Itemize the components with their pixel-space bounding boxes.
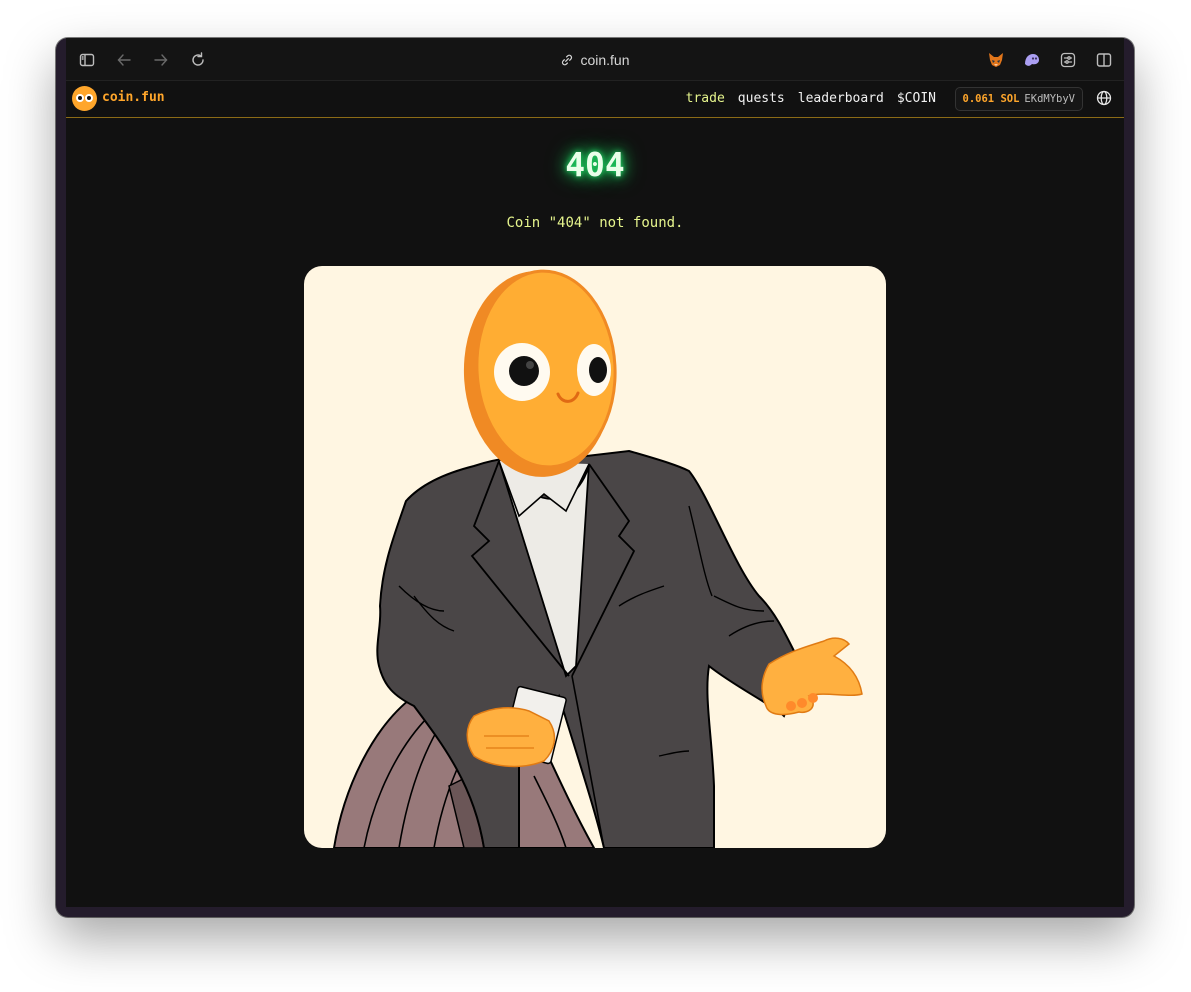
browser-content: coin.fun coin.fun trade quests leaderboa…	[66, 38, 1124, 907]
globe-icon[interactable]	[1096, 90, 1112, 106]
nav-links: trade quests leaderboard $COIN	[686, 91, 936, 106]
nav-link-leaderboard[interactable]: leaderboard	[798, 91, 884, 106]
url-text: coin.fun	[580, 52, 630, 68]
browser-toolbar: coin.fun	[66, 38, 1124, 81]
link-icon	[560, 52, 580, 68]
address-bar[interactable]: coin.fun	[66, 51, 1124, 69]
coin-mascot-illustration	[304, 266, 886, 848]
coin-logo-icon[interactable]	[72, 86, 97, 111]
fox-extension-icon[interactable]	[987, 51, 1005, 69]
wallet-address: EKdMYbyV	[1024, 93, 1075, 105]
nav-link-trade[interactable]: trade	[686, 91, 725, 106]
wallet-button[interactable]: 0.061 SOL EKdMYbyV	[954, 87, 1083, 111]
ghost-extension-icon[interactable]	[1023, 51, 1041, 69]
wallet-balance: 0.061 SOL	[962, 93, 1020, 105]
error-code: 404	[565, 145, 625, 184]
browser-window: coin.fun coin.fun trade quests leaderboa…	[56, 38, 1134, 917]
nav-link-coin[interactable]: $COIN	[897, 91, 936, 106]
nav-link-quests[interactable]: quests	[738, 91, 785, 106]
logo-eye-left	[76, 94, 84, 102]
error-message: Coin "404" not found.	[506, 215, 684, 231]
extensions-icon[interactable]	[1059, 51, 1077, 69]
split-view-icon[interactable]	[1095, 51, 1113, 69]
site-header: coin.fun trade quests leaderboard $COIN …	[66, 80, 1124, 118]
logo-eye-right	[85, 94, 93, 102]
site-logo-text[interactable]: coin.fun	[102, 90, 165, 105]
